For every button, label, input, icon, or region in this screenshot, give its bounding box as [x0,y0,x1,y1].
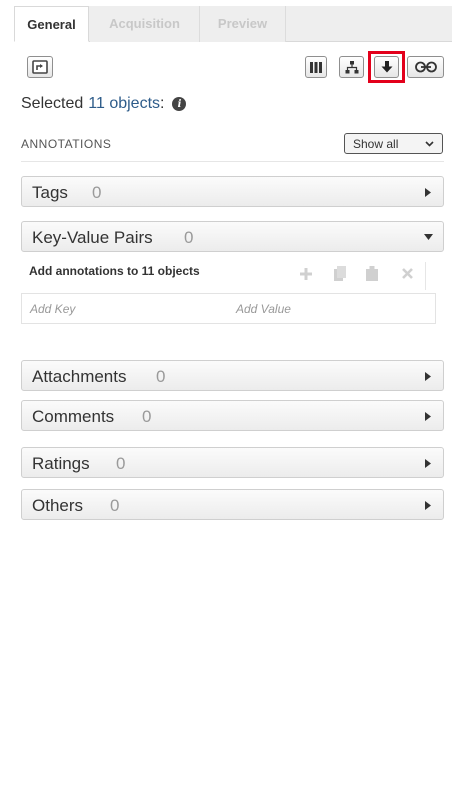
add-annotations-label: Add annotations to 11 objects [29,264,200,278]
attachments-panel-header[interactable]: Attachments 0 [21,360,444,391]
others-count: 0 [110,496,120,515]
caret-right-icon [425,188,431,197]
ratings-count: 0 [116,454,126,473]
selection-prefix: Selected [21,95,84,112]
hierarchy-button[interactable] [339,56,364,78]
open-in-viewer-button[interactable] [27,56,53,78]
caret-right-icon [425,412,431,421]
caret-right-icon [425,459,431,468]
tags-label: Tags [32,183,68,202]
chevron-down-icon [425,141,434,147]
caret-right-icon [425,501,431,510]
paste-icon[interactable] [366,266,378,281]
add-key-input[interactable]: Add Key [30,302,75,316]
columns-icon [310,61,322,73]
tab-general[interactable]: General [14,6,89,42]
annotation-panel: General Acquisition Preview Selected 11 … [0,0,452,800]
comments-panel-header[interactable]: Comments 0 [21,400,444,431]
tab-bar: General Acquisition Preview [0,6,452,42]
comments-label: Comments [32,407,115,426]
key-value-panel-header[interactable]: Key-Value Pairs 0 [21,221,444,252]
open-in-viewer-icon [32,60,48,74]
caret-down-icon [424,234,433,240]
download-button-highlight [368,51,405,83]
key-value-count: 0 [184,228,194,247]
annotation-filter-select[interactable]: Show all [344,133,443,154]
tags-count: 0 [92,183,102,202]
key-value-actions [300,262,426,290]
caret-right-icon [425,372,431,381]
tab-preview[interactable]: Preview [200,6,286,42]
attachments-count: 0 [156,367,166,386]
columns-view-button[interactable] [305,56,327,78]
others-label: Others [32,496,84,515]
tags-panel-header[interactable]: Tags 0 [21,176,444,207]
attachments-label: Attachments [32,367,127,386]
ratings-label: Ratings [32,454,90,473]
key-value-entry-row: Add Key Add Value [21,293,436,324]
link-icon [414,61,437,73]
add-icon[interactable] [300,268,312,280]
link-button[interactable] [407,56,444,78]
annotations-title: ANNOTATIONS [21,137,112,151]
annotation-filter-value: Show all [353,136,399,151]
hierarchy-icon [345,60,358,73]
tab-acquisition[interactable]: Acquisition [90,6,200,42]
delete-icon[interactable] [402,268,413,279]
info-icon[interactable]: i [172,97,187,111]
selection-count: 11 objects [88,95,161,112]
key-value-label: Key-Value Pairs [32,228,153,247]
add-value-input[interactable]: Add Value [236,302,291,316]
copy-icon[interactable] [334,266,346,281]
selection-summary: Selected 11 objects: i [21,95,187,113]
others-panel-header[interactable]: Others 0 [21,489,444,520]
annotations-header: ANNOTATIONS Show all [21,132,444,162]
ratings-panel-header[interactable]: Ratings 0 [21,447,444,478]
comments-count: 0 [142,407,152,426]
selection-suffix: : [160,95,165,112]
